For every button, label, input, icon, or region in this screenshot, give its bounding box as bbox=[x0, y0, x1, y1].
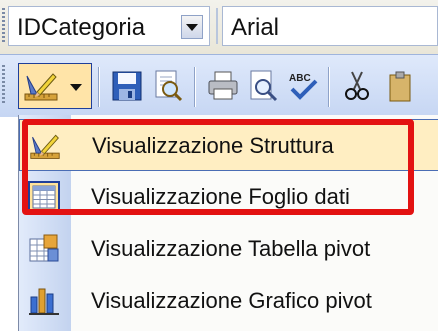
view-split-button[interactable] bbox=[18, 63, 92, 109]
field-combo[interactable]: IDCategoria bbox=[8, 6, 210, 46]
toolbar-separator bbox=[194, 67, 196, 107]
field-combo-value: IDCategoria bbox=[17, 14, 146, 41]
paste-icon[interactable] bbox=[384, 69, 418, 103]
field-combo-dropdown-button[interactable] bbox=[181, 15, 203, 39]
pivot-chart-icon bbox=[29, 288, 59, 315]
chevron-down-icon bbox=[186, 23, 198, 31]
toolbar-grip[interactable] bbox=[2, 8, 5, 44]
chevron-down-icon[interactable] bbox=[69, 82, 83, 92]
menu-item-pivot-table-view[interactable]: Visualizzazione Tabella pivot bbox=[19, 223, 438, 275]
print-icon[interactable] bbox=[206, 69, 240, 103]
toolbar-separator bbox=[216, 8, 218, 44]
format-toolbar: IDCategoria Arial bbox=[0, 0, 438, 54]
menu-item-label: Visualizzazione Grafico pivot bbox=[91, 288, 372, 313]
font-combo-value: Arial bbox=[231, 14, 280, 41]
toolbar-grip[interactable] bbox=[2, 65, 5, 105]
spelling-icon[interactable]: ABC bbox=[286, 69, 320, 103]
menu-item-label: Visualizzazione Tabella pivot bbox=[91, 236, 371, 261]
standard-toolbar: ABC bbox=[0, 54, 438, 117]
cut-icon[interactable] bbox=[340, 69, 374, 103]
design-view-icon bbox=[24, 73, 58, 101]
toolbar-separator bbox=[98, 67, 100, 107]
print-preview-icon[interactable] bbox=[246, 69, 280, 103]
svg-text:ABC: ABC bbox=[289, 73, 311, 84]
save-icon[interactable] bbox=[110, 69, 144, 103]
menu-item-pivot-chart-view[interactable]: Visualizzazione Grafico pivot bbox=[19, 275, 438, 327]
toolbar-separator bbox=[328, 67, 330, 107]
pivot-table-icon bbox=[29, 234, 59, 262]
highlight-annotation-box bbox=[22, 119, 414, 215]
font-combo[interactable]: Arial bbox=[222, 6, 438, 46]
preview-icon[interactable] bbox=[150, 69, 184, 103]
